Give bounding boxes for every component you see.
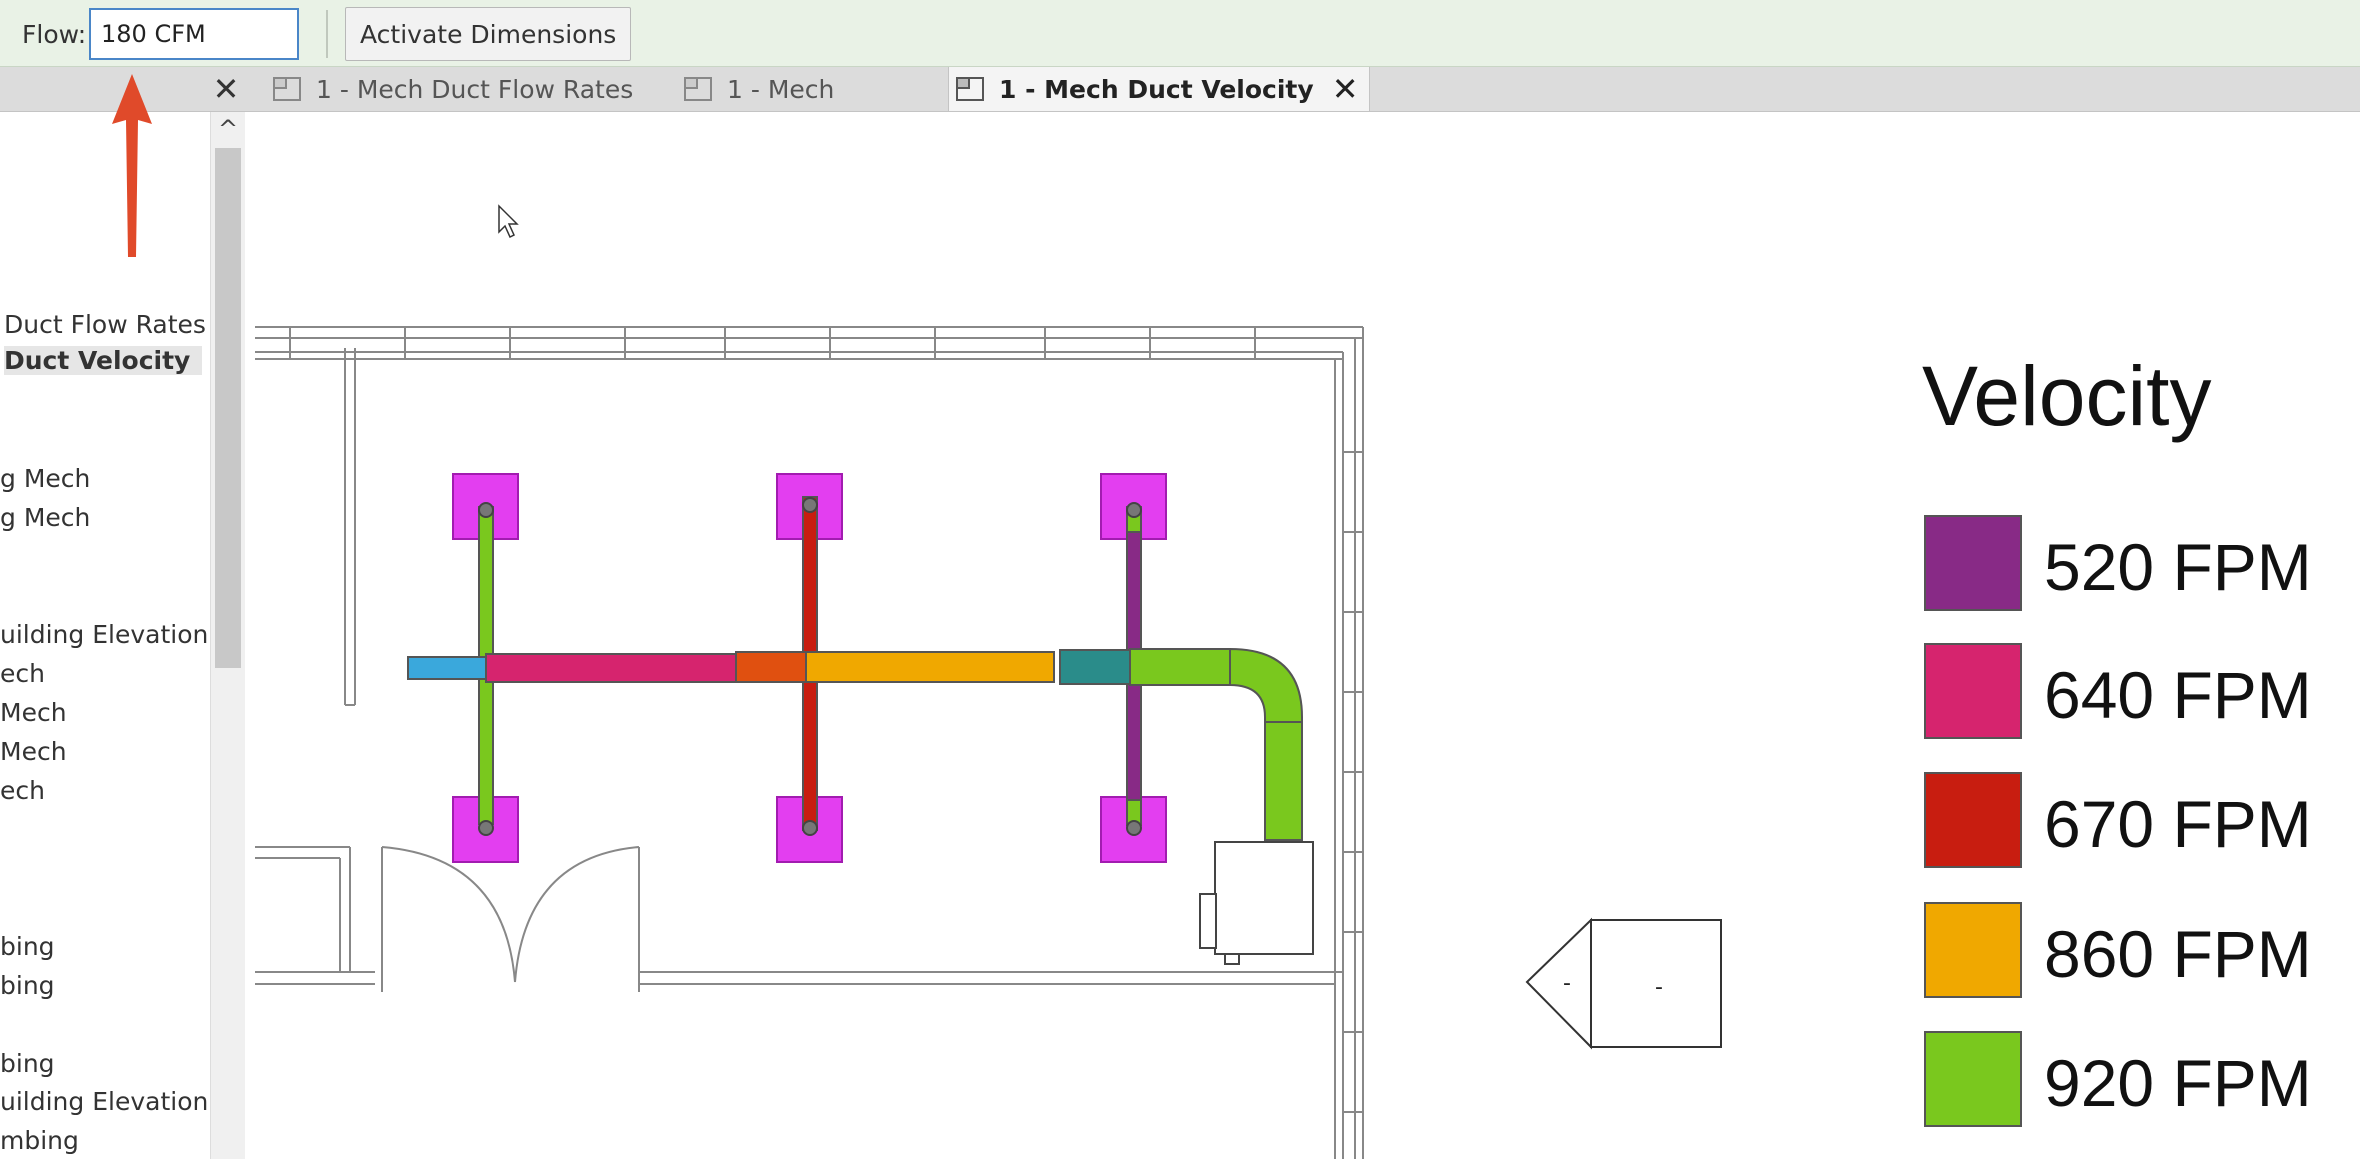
legend-swatch (1924, 643, 2022, 739)
legend-label: 920 FPM (2044, 1046, 2312, 1120)
annotation-arrow-icon (112, 74, 152, 257)
legend-label: 520 FPM (2044, 530, 2312, 604)
tab-label: 1 - Mech Duct Flow Rates (316, 74, 634, 104)
legend-swatch (1924, 515, 2022, 611)
scrollbar-thumb[interactable] (215, 148, 241, 668)
legend-label: 640 FPM (2044, 658, 2312, 732)
marker-right-text: - (1655, 975, 1663, 1000)
legend-swatch (1924, 1031, 2022, 1127)
browser-scrollbar[interactable]: ^ (210, 112, 246, 1159)
project-browser: Duct Flow Rates Duct Velocity g Mech g M… (0, 112, 210, 1159)
browser-item[interactable]: g Mech (0, 464, 90, 493)
browser-item[interactable]: bing (0, 971, 55, 1000)
browser-item[interactable]: ech (0, 659, 45, 688)
legend-label: 670 FPM (2044, 787, 2312, 861)
browser-item[interactable]: Duct Flow Rates (4, 310, 206, 339)
legend-item: 920 FPM (1924, 1031, 2344, 1131)
view-icon (684, 77, 712, 101)
browser-item[interactable]: uilding Elevation (0, 1087, 208, 1116)
tab-close-icon[interactable]: ✕ (1332, 70, 1359, 108)
browser-item[interactable]: Mech (0, 737, 67, 766)
legend-item: 520 FPM (1924, 515, 2344, 615)
tab-label: 1 - Mech Duct Velocity (999, 74, 1314, 104)
chevron-up-icon[interactable]: ^ (211, 112, 245, 146)
toolbar-separator (326, 10, 328, 58)
mouse-cursor-icon (498, 204, 519, 239)
browser-item-active[interactable]: Duct Velocity (4, 346, 203, 375)
flow-label: Flow: (22, 20, 87, 49)
options-bar: Flow: Activate Dimensions (0, 0, 2360, 67)
legend-item: 640 FPM (1924, 643, 2344, 743)
legend-swatch (1924, 902, 2022, 998)
legend-label: 860 FPM (2044, 917, 2312, 991)
browser-item[interactable]: Mech (0, 698, 67, 727)
flow-input[interactable] (89, 8, 299, 60)
browser-item[interactable]: mbing (0, 1126, 79, 1155)
close-icon[interactable]: ✕ (209, 67, 243, 111)
legend-swatch (1924, 772, 2022, 868)
tab-mech-duct-velocity[interactable]: 1 - Mech Duct Velocity ✕ (948, 67, 1370, 111)
section-marker: - - (1525, 917, 1722, 1050)
view-icon (956, 77, 984, 101)
tab-label: 1 - Mech (727, 74, 835, 104)
browser-item[interactable]: g Mech (0, 503, 90, 532)
browser-item[interactable]: ech (0, 776, 45, 805)
tab-mech-duct-flow-rates[interactable]: 1 - Mech Duct Flow Rates (262, 67, 643, 111)
marker-left-text: - (1563, 971, 1571, 996)
browser-item[interactable]: bing (0, 932, 55, 961)
browser-item[interactable]: bing (0, 1049, 55, 1078)
legend-item: 860 FPM (1924, 902, 2344, 1002)
legend-item: 670 FPM (1924, 772, 2344, 872)
tab-mech[interactable]: 1 - Mech (673, 67, 844, 111)
activate-dimensions-button[interactable]: Activate Dimensions (345, 7, 632, 61)
view-icon (273, 77, 301, 101)
browser-item[interactable]: uilding Elevation (0, 620, 208, 649)
legend-title: Velocity (1922, 349, 2212, 443)
